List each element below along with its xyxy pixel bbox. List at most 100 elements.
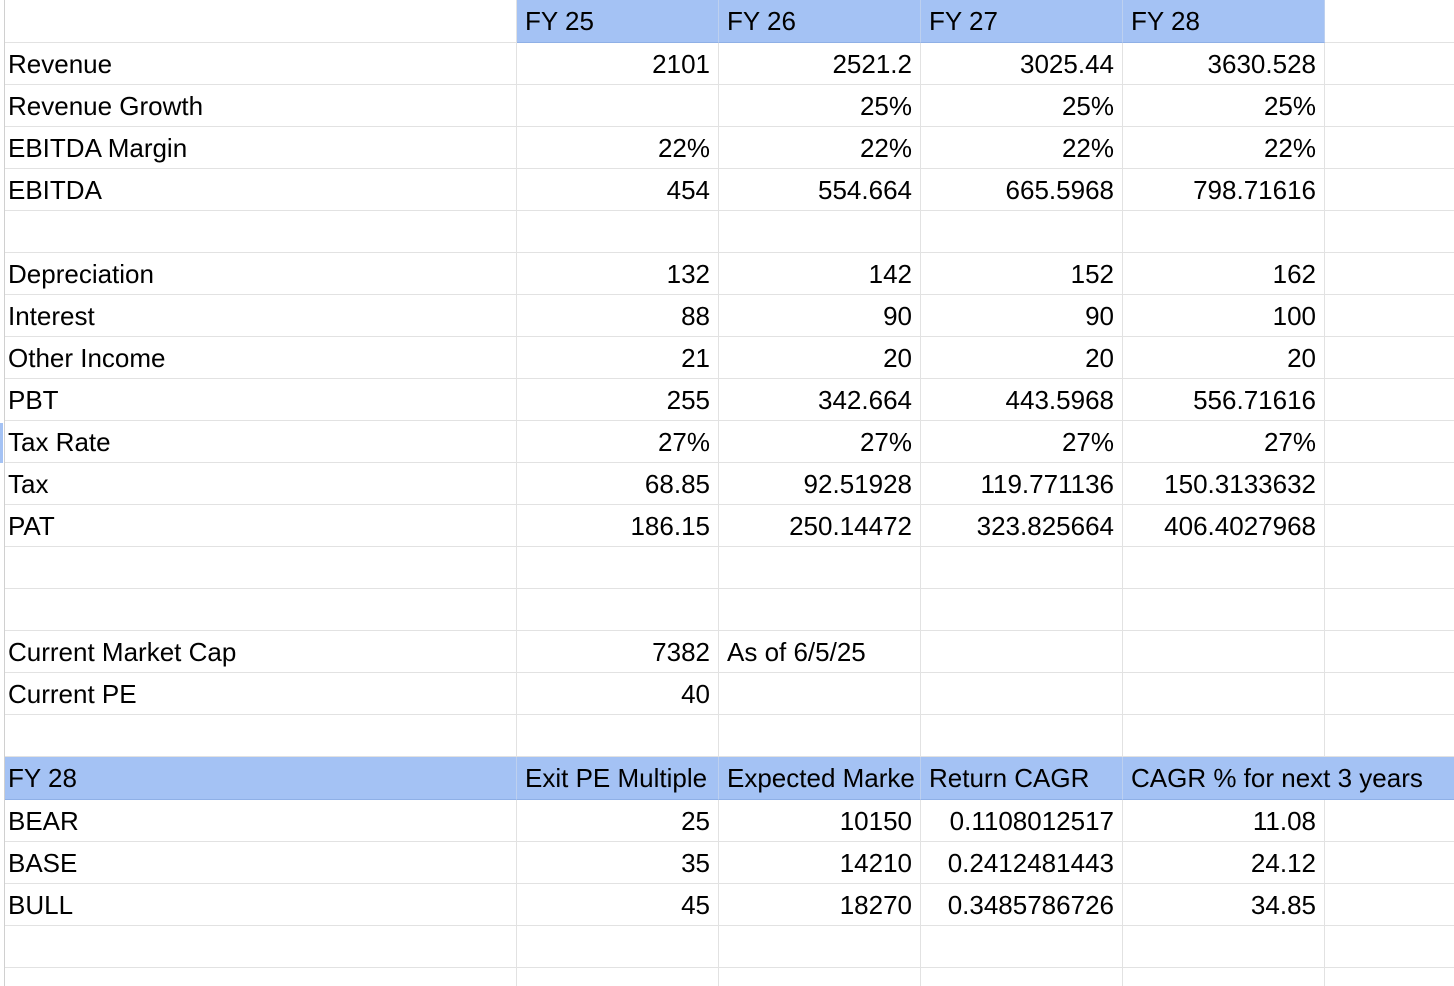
- empty-cell[interactable]: [1123, 968, 1325, 986]
- row-label-cell[interactable]: EBITDA: [0, 169, 517, 211]
- value-cell[interactable]: 556.71616: [1123, 379, 1325, 421]
- empty-cell[interactable]: [1123, 631, 1325, 673]
- value-cell[interactable]: 443.5968: [921, 379, 1123, 421]
- empty-cell[interactable]: [1123, 715, 1325, 757]
- value-cell[interactable]: 27%: [921, 421, 1123, 463]
- return-cagr-cell[interactable]: 0.3485786726: [921, 884, 1123, 926]
- header-fy25-cell[interactable]: FY 25: [517, 0, 719, 43]
- header-fy28-cell[interactable]: FY 28: [1123, 0, 1325, 43]
- empty-cell[interactable]: [0, 547, 517, 589]
- empty-cell[interactable]: [921, 673, 1123, 715]
- empty-cell[interactable]: [1123, 673, 1325, 715]
- value-cell[interactable]: 92.51928: [719, 463, 921, 505]
- row-label-cell[interactable]: Tax: [0, 463, 517, 505]
- value-cell[interactable]: 2521.2: [719, 43, 921, 85]
- empty-cell[interactable]: [0, 589, 517, 631]
- empty-cell[interactable]: [1325, 253, 1454, 295]
- as-of-note-cell[interactable]: As of 6/5/25: [719, 631, 921, 673]
- value-cell[interactable]: 2101: [517, 43, 719, 85]
- empty-cell[interactable]: [517, 926, 719, 968]
- row-label-cell[interactable]: Tax Rate: [0, 421, 517, 463]
- empty-cell[interactable]: [1325, 463, 1454, 505]
- value-cell[interactable]: 22%: [517, 127, 719, 169]
- row-label-cell[interactable]: Other Income: [0, 337, 517, 379]
- value-cell[interactable]: 119.771136: [921, 463, 1123, 505]
- empty-cell[interactable]: [1325, 926, 1454, 968]
- value-cell[interactable]: 20: [921, 337, 1123, 379]
- value-cell[interactable]: 90: [921, 295, 1123, 337]
- value-cell[interactable]: 68.85: [517, 463, 719, 505]
- value-cell[interactable]: 250.14472: [719, 505, 921, 547]
- empty-cell[interactable]: [1325, 169, 1454, 211]
- value-cell[interactable]: 27%: [719, 421, 921, 463]
- expected-market-cell[interactable]: 10150: [719, 800, 921, 842]
- empty-cell[interactable]: [1325, 589, 1454, 631]
- cagr-pct-cell[interactable]: 34.85: [1123, 884, 1325, 926]
- value-cell[interactable]: 90: [719, 295, 921, 337]
- value-cell[interactable]: 454: [517, 169, 719, 211]
- value-cell[interactable]: 100: [1123, 295, 1325, 337]
- empty-cell[interactable]: [921, 631, 1123, 673]
- empty-cell[interactable]: [517, 715, 719, 757]
- empty-cell[interactable]: [0, 926, 517, 968]
- value-cell[interactable]: 25%: [1123, 85, 1325, 127]
- empty-cell[interactable]: [1325, 127, 1454, 169]
- return-cagr-cell[interactable]: 0.2412481443: [921, 842, 1123, 884]
- value-cell[interactable]: [921, 211, 1123, 253]
- value-cell[interactable]: 665.5968: [921, 169, 1123, 211]
- row-label-cell[interactable]: PBT: [0, 379, 517, 421]
- row-label-cell[interactable]: Current Market Cap: [0, 631, 517, 673]
- empty-cell[interactable]: [1325, 379, 1454, 421]
- row-label-cell[interactable]: Depreciation: [0, 253, 517, 295]
- expected-market-cell[interactable]: 18270: [719, 884, 921, 926]
- empty-cell[interactable]: [1123, 547, 1325, 589]
- value-cell[interactable]: 323.825664: [921, 505, 1123, 547]
- empty-cell[interactable]: [1325, 884, 1454, 926]
- empty-cell[interactable]: [1325, 43, 1454, 85]
- value-cell[interactable]: 21: [517, 337, 719, 379]
- return-cagr-cell[interactable]: 0.1108012517: [921, 800, 1123, 842]
- cagr-pct-cell[interactable]: 11.08: [1123, 800, 1325, 842]
- empty-cell[interactable]: [1325, 968, 1454, 986]
- row-label-cell[interactable]: Interest: [0, 295, 517, 337]
- empty-cell[interactable]: [719, 715, 921, 757]
- scenario-name-cell[interactable]: BEAR: [0, 800, 517, 842]
- row-label-cell[interactable]: EBITDA Margin: [0, 127, 517, 169]
- value-cell[interactable]: 142: [719, 253, 921, 295]
- scenario-header-year-cell[interactable]: FY 28: [0, 757, 517, 800]
- empty-cell[interactable]: [1325, 715, 1454, 757]
- value-cell[interactable]: 25%: [719, 85, 921, 127]
- value-cell[interactable]: [719, 211, 921, 253]
- empty-cell[interactable]: [1325, 337, 1454, 379]
- empty-cell[interactable]: [1325, 421, 1454, 463]
- value-cell[interactable]: 132: [517, 253, 719, 295]
- value-cell[interactable]: 342.664: [719, 379, 921, 421]
- value-cell[interactable]: 152: [921, 253, 1123, 295]
- empty-cell[interactable]: [1123, 926, 1325, 968]
- row-label-cell[interactable]: PAT: [0, 505, 517, 547]
- value-cell[interactable]: 3025.44: [921, 43, 1123, 85]
- value-cell[interactable]: 162: [1123, 253, 1325, 295]
- value-cell[interactable]: 20: [719, 337, 921, 379]
- empty-cell[interactable]: [517, 589, 719, 631]
- empty-cell[interactable]: [1325, 842, 1454, 884]
- value-cell[interactable]: 22%: [1123, 127, 1325, 169]
- header-fy26-cell[interactable]: FY 26: [719, 0, 921, 43]
- empty-cell[interactable]: [921, 547, 1123, 589]
- empty-cell[interactable]: [719, 547, 921, 589]
- empty-cell[interactable]: [719, 968, 921, 986]
- empty-cell[interactable]: [1325, 295, 1454, 337]
- scenario-header-cagr-pct-cell[interactable]: CAGR % for next 3 years: [1123, 757, 1454, 800]
- empty-cell[interactable]: [517, 968, 719, 986]
- value-cell[interactable]: 406.4027968: [1123, 505, 1325, 547]
- exit-pe-cell[interactable]: 35: [517, 842, 719, 884]
- row-label-cell[interactable]: [0, 211, 517, 253]
- value-cell[interactable]: 20: [1123, 337, 1325, 379]
- empty-cell[interactable]: [1325, 631, 1454, 673]
- value-cell[interactable]: 186.15: [517, 505, 719, 547]
- market-cap-value-cell[interactable]: 7382: [517, 631, 719, 673]
- empty-cell[interactable]: [921, 715, 1123, 757]
- value-cell[interactable]: 27%: [1123, 421, 1325, 463]
- expected-market-cell[interactable]: 14210: [719, 842, 921, 884]
- empty-cell[interactable]: [719, 589, 921, 631]
